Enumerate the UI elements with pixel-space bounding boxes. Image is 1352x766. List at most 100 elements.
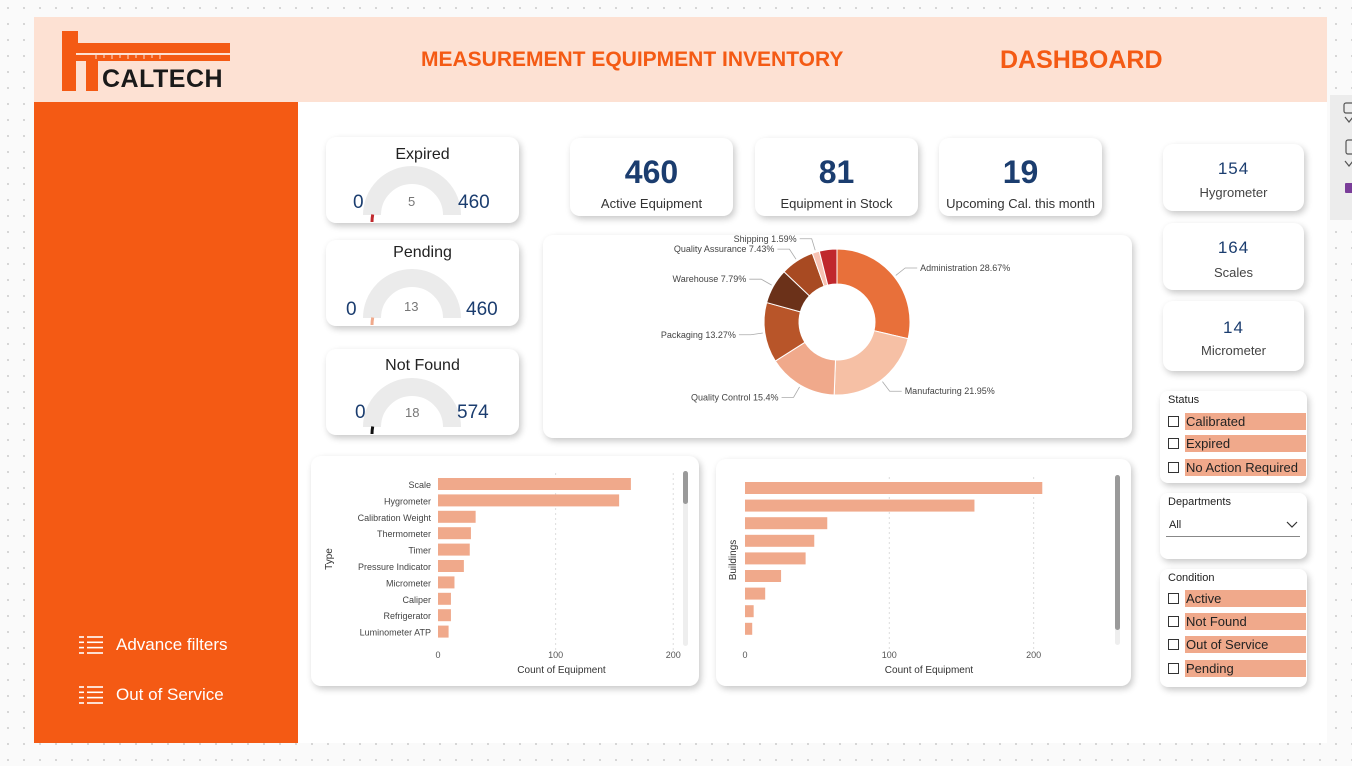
header-bar: CALTECH MEASUREMENT EQUIPMENT INVENTORY … bbox=[34, 17, 1327, 102]
y-category-label: Thermometer bbox=[377, 529, 431, 539]
option-label: Calibrated bbox=[1185, 412, 1306, 430]
kpi-label: Micrometer bbox=[1200, 343, 1266, 358]
bar[interactable] bbox=[745, 570, 782, 582]
list-filter-icon bbox=[79, 686, 103, 704]
kpi-upcoming-calibration[interactable]: 19 Upcoming Cal. this month bbox=[939, 138, 1102, 216]
donut-data-label: Shipping 1.59% bbox=[734, 235, 797, 244]
checkbox[interactable] bbox=[1168, 415, 1179, 427]
option-label: No Action Required bbox=[1185, 458, 1306, 476]
condition-option-active[interactable]: Active bbox=[1168, 589, 1306, 607]
x-tick-label: 100 bbox=[882, 650, 897, 660]
donut-data-label: Administration 28.67% bbox=[920, 263, 1010, 273]
checkbox[interactable] bbox=[1168, 592, 1179, 604]
bar[interactable] bbox=[438, 494, 620, 507]
checkbox[interactable] bbox=[1168, 461, 1179, 473]
kpi-micrometer[interactable]: 14 Micrometer bbox=[1163, 301, 1304, 371]
bar[interactable] bbox=[745, 499, 975, 512]
checkbox[interactable] bbox=[1168, 437, 1179, 449]
bar[interactable] bbox=[745, 482, 1043, 494]
status-option-no-action[interactable]: No Action Required bbox=[1168, 458, 1306, 476]
gauge-fill bbox=[370, 214, 375, 223]
donut-chart-card[interactable]: Administration 28.67% Manufacturing 21.95… bbox=[543, 234, 1132, 438]
nav-out-of-service[interactable]: Out of Service bbox=[78, 685, 224, 705]
bar[interactable] bbox=[745, 622, 753, 635]
y-axis-title: Buildings bbox=[728, 540, 739, 581]
kpi-label: Equipment in Stock bbox=[780, 196, 893, 211]
y-category-label: Pressure Indicator bbox=[358, 562, 431, 572]
nav-label: Out of Service bbox=[116, 685, 224, 704]
status-option-expired[interactable]: Expired bbox=[1168, 434, 1306, 452]
gauge-card-pending[interactable]: Pending 0 13 460 bbox=[326, 240, 519, 326]
gauge-min: 0 bbox=[355, 402, 366, 423]
y-category-label: Micrometer bbox=[386, 578, 431, 588]
checkbox[interactable] bbox=[1168, 638, 1179, 650]
x-tick-label: 200 bbox=[666, 650, 681, 660]
scrollbar-thumb[interactable] bbox=[683, 471, 688, 504]
chart-scrollbar[interactable] bbox=[1115, 475, 1120, 645]
bar[interactable] bbox=[745, 552, 806, 565]
leader-line bbox=[781, 386, 800, 398]
kpi-scales[interactable]: 164 Scales bbox=[1163, 223, 1304, 290]
leader-line bbox=[777, 248, 797, 260]
buildings-bar-chart-card[interactable]: 0 100 200 Count of Equipment Buildings bbox=[716, 459, 1131, 686]
condition-option-out-of-service[interactable]: Out of Service bbox=[1168, 635, 1306, 653]
x-tick-label: 0 bbox=[435, 650, 440, 660]
bar[interactable] bbox=[438, 592, 451, 605]
bar[interactable] bbox=[438, 527, 471, 540]
bar[interactable] bbox=[438, 543, 470, 556]
sidebar: Advance filters Out of Service bbox=[34, 102, 298, 743]
type-bar-chart-card[interactable]: 0 100 200 Scale Hygrometer Calibration Weight… bbox=[311, 456, 699, 686]
bar[interactable] bbox=[438, 560, 464, 572]
logo-text: CALTECH bbox=[102, 65, 224, 93]
y-category-label: Refrigerator bbox=[383, 611, 431, 621]
chart-scrollbar[interactable] bbox=[683, 471, 688, 646]
dropdown-value: All bbox=[1169, 519, 1182, 531]
gauge-card-expired[interactable]: Expired 0 5 460 bbox=[326, 137, 519, 223]
bar[interactable] bbox=[745, 587, 766, 600]
bar[interactable] bbox=[745, 534, 815, 547]
pane-icons bbox=[1343, 102, 1352, 193]
bar[interactable] bbox=[438, 576, 455, 589]
donut-data-label: Manufacturing 21.95% bbox=[905, 386, 995, 396]
condition-option-not-found[interactable]: Not Found bbox=[1168, 612, 1306, 630]
nav-advance-filters[interactable]: Advance filters bbox=[78, 635, 228, 655]
bar[interactable] bbox=[745, 605, 754, 618]
gauge-value: 18 bbox=[405, 405, 420, 420]
departments-dropdown[interactable]: All bbox=[1166, 514, 1300, 537]
bar[interactable] bbox=[745, 517, 828, 530]
donut-chart: Administration 28.67% Manufacturing 21.95… bbox=[661, 234, 1010, 403]
gauge-max: 460 bbox=[458, 192, 490, 213]
kpi-value: 154 bbox=[1217, 159, 1250, 178]
donut-data-label: Packaging 13.27% bbox=[661, 330, 736, 340]
y-category-label: Scale bbox=[408, 480, 431, 490]
bar[interactable] bbox=[438, 609, 451, 622]
slicer-title: Condition bbox=[1168, 572, 1215, 584]
y-category-label: Hygrometer bbox=[384, 496, 431, 506]
condition-option-pending[interactable]: Pending bbox=[1168, 659, 1306, 677]
y-category-label: Calibration Weight bbox=[358, 513, 432, 523]
option-label: Expired bbox=[1185, 434, 1306, 452]
type-bar-chart: 0 100 200 Scale Hygrometer Calibration Weight… bbox=[324, 473, 681, 676]
donut-slice[interactable] bbox=[836, 248, 911, 340]
departments-slicer: Departments All bbox=[1160, 493, 1307, 559]
status-option-calibrated[interactable]: Calibrated bbox=[1168, 412, 1306, 430]
leader-line bbox=[749, 278, 772, 286]
checkbox[interactable] bbox=[1168, 615, 1179, 627]
gauge-min: 0 bbox=[346, 299, 357, 320]
scrollbar-thumb[interactable] bbox=[1115, 475, 1120, 630]
bar[interactable] bbox=[438, 625, 449, 638]
option-label: Active bbox=[1185, 589, 1306, 607]
kpi-active-equipment[interactable]: 460 Active Equipment bbox=[570, 138, 733, 216]
leader-line bbox=[895, 267, 918, 276]
bar[interactable] bbox=[438, 510, 476, 523]
x-tick-label: 200 bbox=[1026, 650, 1041, 660]
kpi-hygrometer[interactable]: 154 Hygrometer bbox=[1163, 144, 1304, 211]
page-title: MEASUREMENT EQUIPMENT INVENTORY bbox=[421, 48, 844, 71]
bar[interactable] bbox=[438, 478, 631, 490]
checkbox[interactable] bbox=[1168, 662, 1179, 674]
kpi-equipment-in-stock[interactable]: 81 Equipment in Stock bbox=[755, 138, 918, 216]
gauge-card-not-found[interactable]: Not Found 0 18 574 bbox=[326, 349, 519, 435]
y-category-label: Timer bbox=[408, 546, 431, 556]
y-category-label: Luminometer ATP bbox=[360, 628, 431, 638]
donut-slice[interactable] bbox=[833, 330, 909, 396]
